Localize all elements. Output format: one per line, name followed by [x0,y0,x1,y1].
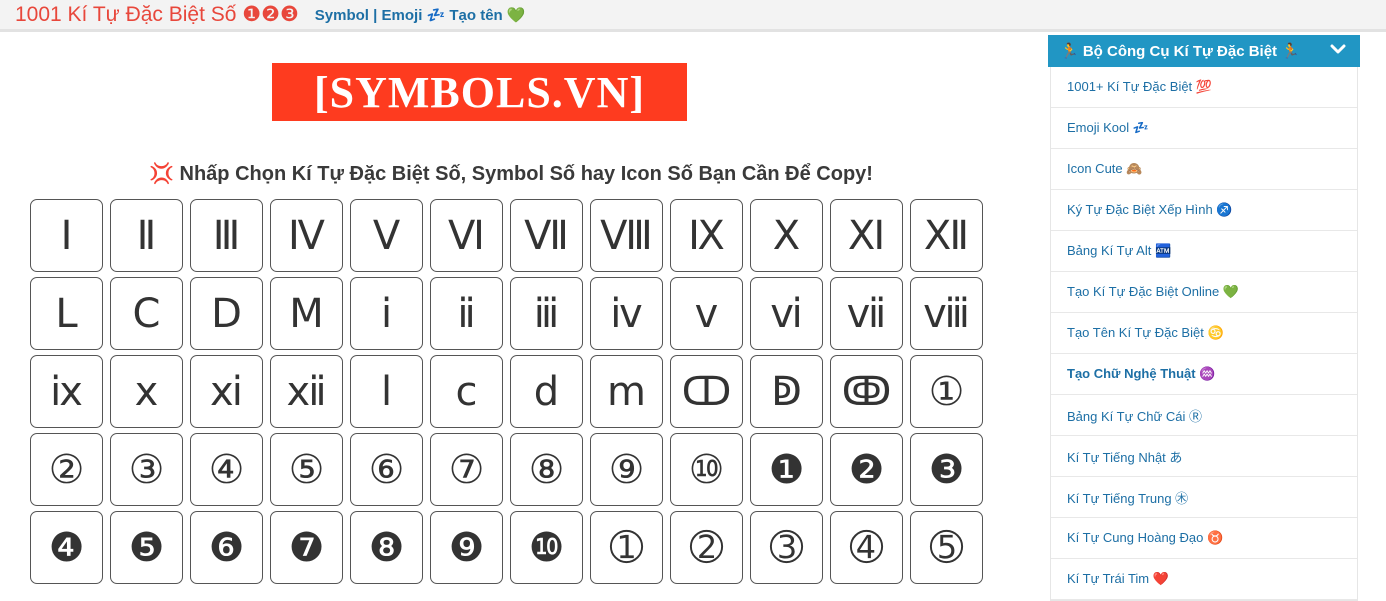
nav-link-tao-ten[interactable]: Tạo tên 💚 [449,7,525,24]
symbol-cell[interactable]: ➁ [670,511,743,584]
symbol-cell[interactable]: ❽ [350,511,423,584]
symbol-cell[interactable]: Ⅴ [350,199,423,272]
symbol-cell[interactable]: ⑦ [430,433,503,506]
instruction-text: 💢 Nhấp Chọn Kí Tự Đặc Biệt Số, Symbol Số… [149,163,873,185]
symbol-cell[interactable]: ⑧ [510,433,583,506]
nav-link-emoji[interactable]: Emoji 💤 [382,7,446,24]
symbol-cell[interactable]: ⅷ [910,277,983,350]
symbol-cell[interactable]: ⅸ [30,355,103,428]
symbol-cell[interactable]: ⅰ [350,277,423,350]
chevron-down-icon[interactable] [1330,41,1346,62]
symbol-cell[interactable]: ❿ [510,511,583,584]
symbol-cell[interactable]: Ⅶ [510,199,583,272]
symbol-cell[interactable]: ⅲ [510,277,583,350]
sidebar-title: 🏃 Bộ Công Cụ Kí Tự Đặc Biệt 🏃 [1060,43,1300,60]
sidebar-item[interactable]: Tạo Tên Kí Tự Đặc Biệt ♋ [1051,313,1357,354]
symbol-cell[interactable]: ❼ [270,511,343,584]
sidebar-item[interactable]: Tạo Kí Tự Đặc Biệt Online 💚 [1051,272,1357,313]
site-title[interactable]: 1001 Kí Tự Đặc Biệt Số ❶❷❸ [15,2,299,27]
sidebar-item[interactable]: Icon Cute 🙈 [1051,149,1357,190]
symbol-cell[interactable]: Ⅳ [270,199,343,272]
symbol-cell[interactable]: Ⅲ [190,199,263,272]
sidebar-item[interactable]: Bảng Kí Tự Chữ Cái Ⓡ [1051,395,1357,436]
symbol-cell[interactable]: ↁ [750,355,823,428]
symbol-cell[interactable]: ↂ [830,355,903,428]
symbol-cell[interactable]: ⅽ [430,355,503,428]
symbol-cell[interactable]: ➂ [750,511,823,584]
symbol-cell[interactable]: ➄ [910,511,983,584]
sidebar-item[interactable]: Emoji Kool 💤 [1051,108,1357,149]
symbol-cell[interactable]: Ⅿ [270,277,343,350]
symbol-cell[interactable]: ❻ [190,511,263,584]
sidebar: 🏃 Bộ Công Cụ Kí Tự Đặc Biệt 🏃 1001+ Kí T… [1048,35,1360,601]
symbol-cell[interactable]: ⑥ [350,433,423,506]
symbol-cell[interactable]: Ⅾ [190,277,263,350]
symbol-cell[interactable]: ❾ [430,511,503,584]
symbol-cell[interactable]: Ⅷ [590,199,663,272]
symbol-cell[interactable]: ⅵ [750,277,823,350]
sidebar-item[interactable]: Ký Tự Đặc Biệt Xếp Hình ♐ [1051,190,1357,231]
sidebar-item[interactable]: Kí Tự Tiếng Trung ㊍ [1051,477,1357,518]
symbol-cell[interactable]: ⅺ [190,355,263,428]
symbol-cell[interactable]: ↀ [670,355,743,428]
symbol-cell[interactable]: ⅼ [350,355,423,428]
sidebar-item[interactable]: Kí Tự Cung Hoàng Đạo ♉ [1051,518,1357,559]
symbol-cell[interactable]: ⅴ [670,277,743,350]
symbol-cell[interactable]: ⑩ [670,433,743,506]
symbol-cell[interactable]: ❺ [110,511,183,584]
nav-link-symbol[interactable]: Symbol [315,7,369,24]
symbol-cell[interactable]: Ⅹ [750,199,823,272]
symbol-cell[interactable]: ➀ [590,511,663,584]
symbol-grid: ⅠⅡⅢⅣⅤⅥⅦⅧⅨⅩⅪⅫ ⅬⅭⅮⅯⅰⅱⅲⅳⅴⅵⅶⅷ ⅸⅹⅺⅻⅼⅽⅾⅿↀↁↂ① ②③④⑤… [30,199,983,584]
sidebar-item[interactable]: 1001+ Kí Tự Đặc Biệt 💯 [1051,67,1357,108]
sidebar-header[interactable]: 🏃 Bộ Công Cụ Kí Tự Đặc Biệt 🏃 [1048,35,1360,67]
sidebar-list: 1001+ Kí Tự Đặc Biệt 💯 Emoji Kool 💤 Icon C… [1050,67,1358,601]
symbol-cell[interactable]: ❹ [30,511,103,584]
symbol-cell[interactable]: ① [910,355,983,428]
symbol-cell[interactable]: Ⅸ [670,199,743,272]
symbol-cell[interactable]: ② [30,433,103,506]
symbol-cell[interactable]: Ⅼ [30,277,103,350]
logo-banner: [SYMBOLS.VN] [272,63,687,121]
symbol-cell[interactable]: ⅿ [590,355,663,428]
sidebar-item[interactable]: Bảng Kí Tự Alt 🏧 [1051,231,1357,272]
sidebar-item[interactable]: Tạo Chữ Nghệ Thuật ♒ [1051,354,1357,395]
symbol-cell[interactable]: ❶ [750,433,823,506]
symbol-cell[interactable]: ⅶ [830,277,903,350]
symbol-cell[interactable]: ③ [110,433,183,506]
symbol-cell[interactable]: ④ [190,433,263,506]
nav-separator: | [373,6,378,24]
top-bar: 1001 Kí Tự Đặc Biệt Số ❶❷❸ Symbol | Emoj… [0,0,1386,32]
symbol-cell[interactable]: Ⅱ [110,199,183,272]
symbol-cell[interactable]: ⑤ [270,433,343,506]
symbol-cell[interactable]: ➃ [830,511,903,584]
sidebar-item[interactable]: Kí Tự Tiếng Nhật あ [1051,436,1357,477]
symbol-cell[interactable]: Ⅵ [430,199,503,272]
symbol-cell[interactable]: ⑨ [590,433,663,506]
symbol-cell[interactable]: ❸ [910,433,983,506]
symbol-cell[interactable]: ⅻ [270,355,343,428]
symbol-cell[interactable]: Ⅺ [830,199,903,272]
symbol-cell[interactable]: ⅳ [590,277,663,350]
symbol-cell[interactable]: Ⅰ [30,199,103,272]
symbol-cell[interactable]: ⅹ [110,355,183,428]
main-content: [SYMBOLS.VN] 💢 Nhấp Chọn Kí Tự Đặc Biệt … [0,35,1010,584]
symbol-cell[interactable]: Ⅽ [110,277,183,350]
symbol-cell[interactable]: ❷ [830,433,903,506]
symbol-cell[interactable]: ⅱ [430,277,503,350]
top-nav: Symbol | Emoji 💤 Tạo tên 💚 [315,6,526,24]
symbol-cell[interactable]: Ⅻ [910,199,983,272]
symbol-cell[interactable]: ⅾ [510,355,583,428]
sidebar-item[interactable]: Kí Tự Trái Tim ❤️ [1051,559,1357,600]
